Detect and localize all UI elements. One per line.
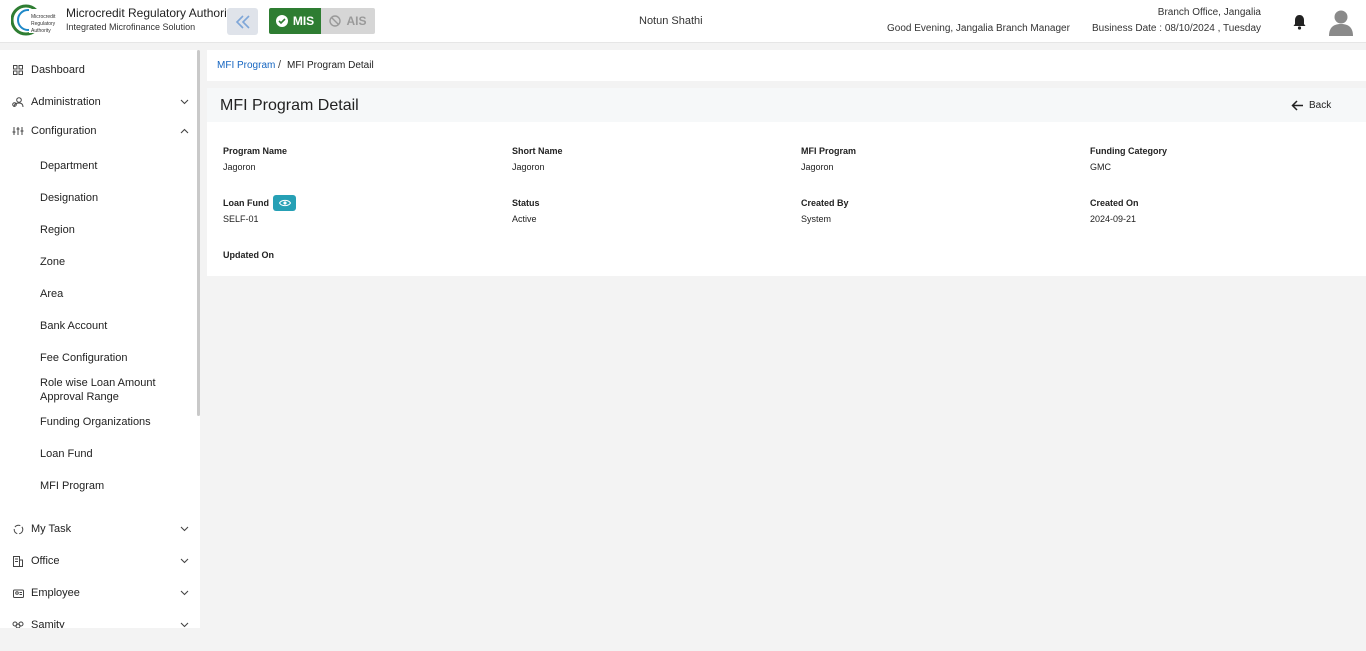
field-value-program-name: Jagoron xyxy=(223,162,256,172)
field-label-updated-on: Updated On xyxy=(223,250,274,260)
samity-icon xyxy=(12,619,24,628)
user-avatar-icon[interactable] xyxy=(1328,8,1354,36)
field-value-short-name: Jagoron xyxy=(512,162,545,172)
mis-label: MIS xyxy=(292,14,315,28)
sidebar-subitem-role-wise-loan-amount[interactable]: Role wise Loan Amount Approval Range xyxy=(40,376,190,404)
field-label-short-name: Short Name xyxy=(512,146,563,156)
view-loan-fund-button[interactable] xyxy=(273,195,296,211)
ais-label: AIS xyxy=(346,14,367,28)
building-icon xyxy=(12,555,24,567)
sidebar-item-office[interactable]: Office xyxy=(0,551,196,571)
field-value-loan-fund: SELF-01 xyxy=(223,214,259,224)
org-subtitle: Integrated Microfinance Solution xyxy=(66,22,196,32)
chevron-down-icon xyxy=(179,556,189,566)
sidebar-item-dashboard[interactable]: Dashboard xyxy=(0,60,196,80)
sidebar-item-label: My Task xyxy=(31,523,72,535)
sidebar: Dashboard Administration Configuration D… xyxy=(0,50,200,628)
field-label-funding-category: Funding Category xyxy=(1090,146,1167,156)
sidebar-item-administration[interactable]: Administration xyxy=(0,92,196,112)
business-date: Business Date : 08/10/2024 , Tuesday xyxy=(1092,23,1261,34)
check-circle-icon xyxy=(275,15,288,27)
breadcrumb-separator: / xyxy=(278,59,282,71)
top-bar: Microcredit Regulatory Authority Microcr… xyxy=(0,0,1366,43)
field-label-status: Status xyxy=(512,198,540,208)
breadcrumb-current: MFI Program Detail xyxy=(287,60,374,71)
chevron-down-icon xyxy=(179,97,189,107)
bell-icon[interactable] xyxy=(1292,14,1307,30)
field-label-created-by: Created By xyxy=(801,198,849,208)
mra-logo: Microcredit Regulatory Authority xyxy=(11,4,59,36)
chevron-down-icon xyxy=(179,524,189,534)
svg-text:Authority: Authority xyxy=(31,28,51,34)
sidebar-scrollbar[interactable] xyxy=(197,50,200,416)
breadcrumb: MFI Program / MFI Program Detail xyxy=(207,50,1366,81)
chevron-down-icon xyxy=(179,588,189,598)
greeting-text: Good Evening, Jangalia Branch Manager xyxy=(887,23,1070,34)
breadcrumb-link-mfi-program[interactable]: MFI Program xyxy=(217,60,275,71)
eye-icon xyxy=(278,199,291,207)
field-value-created-on: 2024-09-21 xyxy=(1090,214,1137,224)
sidebar-subitem-area[interactable]: Area xyxy=(40,287,190,301)
grid-icon xyxy=(12,64,24,76)
sidebar-item-employee[interactable]: Employee xyxy=(0,583,196,603)
sidebar-item-label: Configuration xyxy=(31,125,97,137)
double-chevron-left-icon xyxy=(235,14,250,29)
field-label-created-on: Created On xyxy=(1090,198,1139,208)
svg-text:Regulatory: Regulatory xyxy=(31,21,56,27)
sidebar-item-configuration[interactable]: Configuration xyxy=(0,121,196,141)
back-button[interactable]: Back xyxy=(1291,98,1331,112)
sidebar-subitem-mfi-program[interactable]: MFI Program xyxy=(40,479,190,493)
svg-text:Microcredit: Microcredit xyxy=(31,14,56,20)
sidebar-subitem-funding-organizations[interactable]: Funding Organizations xyxy=(40,415,190,429)
sidebar-item-label: Administration xyxy=(31,96,101,108)
ais-button[interactable]: AIS xyxy=(321,8,375,34)
field-value-funding-category: GMC xyxy=(1090,162,1111,172)
sidebar-item-label: Dashboard xyxy=(31,64,85,76)
branch-name: Branch Office, Jangalia xyxy=(1157,7,1261,18)
sidebar-subitem-designation[interactable]: Designation xyxy=(40,191,190,205)
back-label: Back xyxy=(1309,99,1332,111)
sidebar-subitem-fee-configuration[interactable]: Fee Configuration xyxy=(40,351,190,365)
sidebar-subitem-region[interactable]: Region xyxy=(40,223,190,237)
sidebar-item-label: Office xyxy=(31,555,60,567)
sidebar-subitem-bank-account[interactable]: Bank Account xyxy=(40,319,190,333)
sidebar-subitem-department[interactable]: Department xyxy=(40,159,190,173)
card-header: MFI Program Detail Back xyxy=(207,88,1366,122)
sidebar-item-label: Employee xyxy=(31,587,80,599)
detail-card: MFI Program Detail Back xyxy=(207,88,1366,276)
field-label-mfi-program: MFI Program xyxy=(801,146,857,156)
mis-button[interactable]: MIS xyxy=(269,8,321,34)
field-value-status: Active xyxy=(512,214,537,224)
field-label-loan-fund: Loan Fund xyxy=(223,198,269,208)
refresh-icon xyxy=(12,523,24,535)
field-value-mfi-program: Jagoron xyxy=(801,162,834,172)
users-icon xyxy=(12,96,24,108)
arrow-left-icon xyxy=(1291,99,1303,111)
sliders-icon xyxy=(12,125,24,137)
field-label-program-name: Program Name xyxy=(223,146,288,156)
field-value-created-by: System xyxy=(801,214,832,224)
sidebar-subitem-loan-fund[interactable]: Loan Fund xyxy=(40,447,190,461)
chevron-up-icon xyxy=(179,126,189,136)
employee-icon xyxy=(12,587,24,599)
page-title: MFI Program Detail xyxy=(220,97,359,114)
sidebar-item-my-task[interactable]: My Task xyxy=(0,519,196,539)
sidebar-subitem-zone[interactable]: Zone xyxy=(40,255,190,269)
org-name: Microcredit Regulatory Authority xyxy=(66,6,237,20)
collapse-sidebar-button[interactable] xyxy=(227,8,258,35)
sidebar-item-label: Samity xyxy=(31,619,65,628)
chevron-down-icon xyxy=(179,620,189,628)
app-title: Notun Shathi xyxy=(639,15,703,27)
ban-icon xyxy=(329,15,342,27)
sidebar-item-samity[interactable]: Samity xyxy=(0,615,196,628)
